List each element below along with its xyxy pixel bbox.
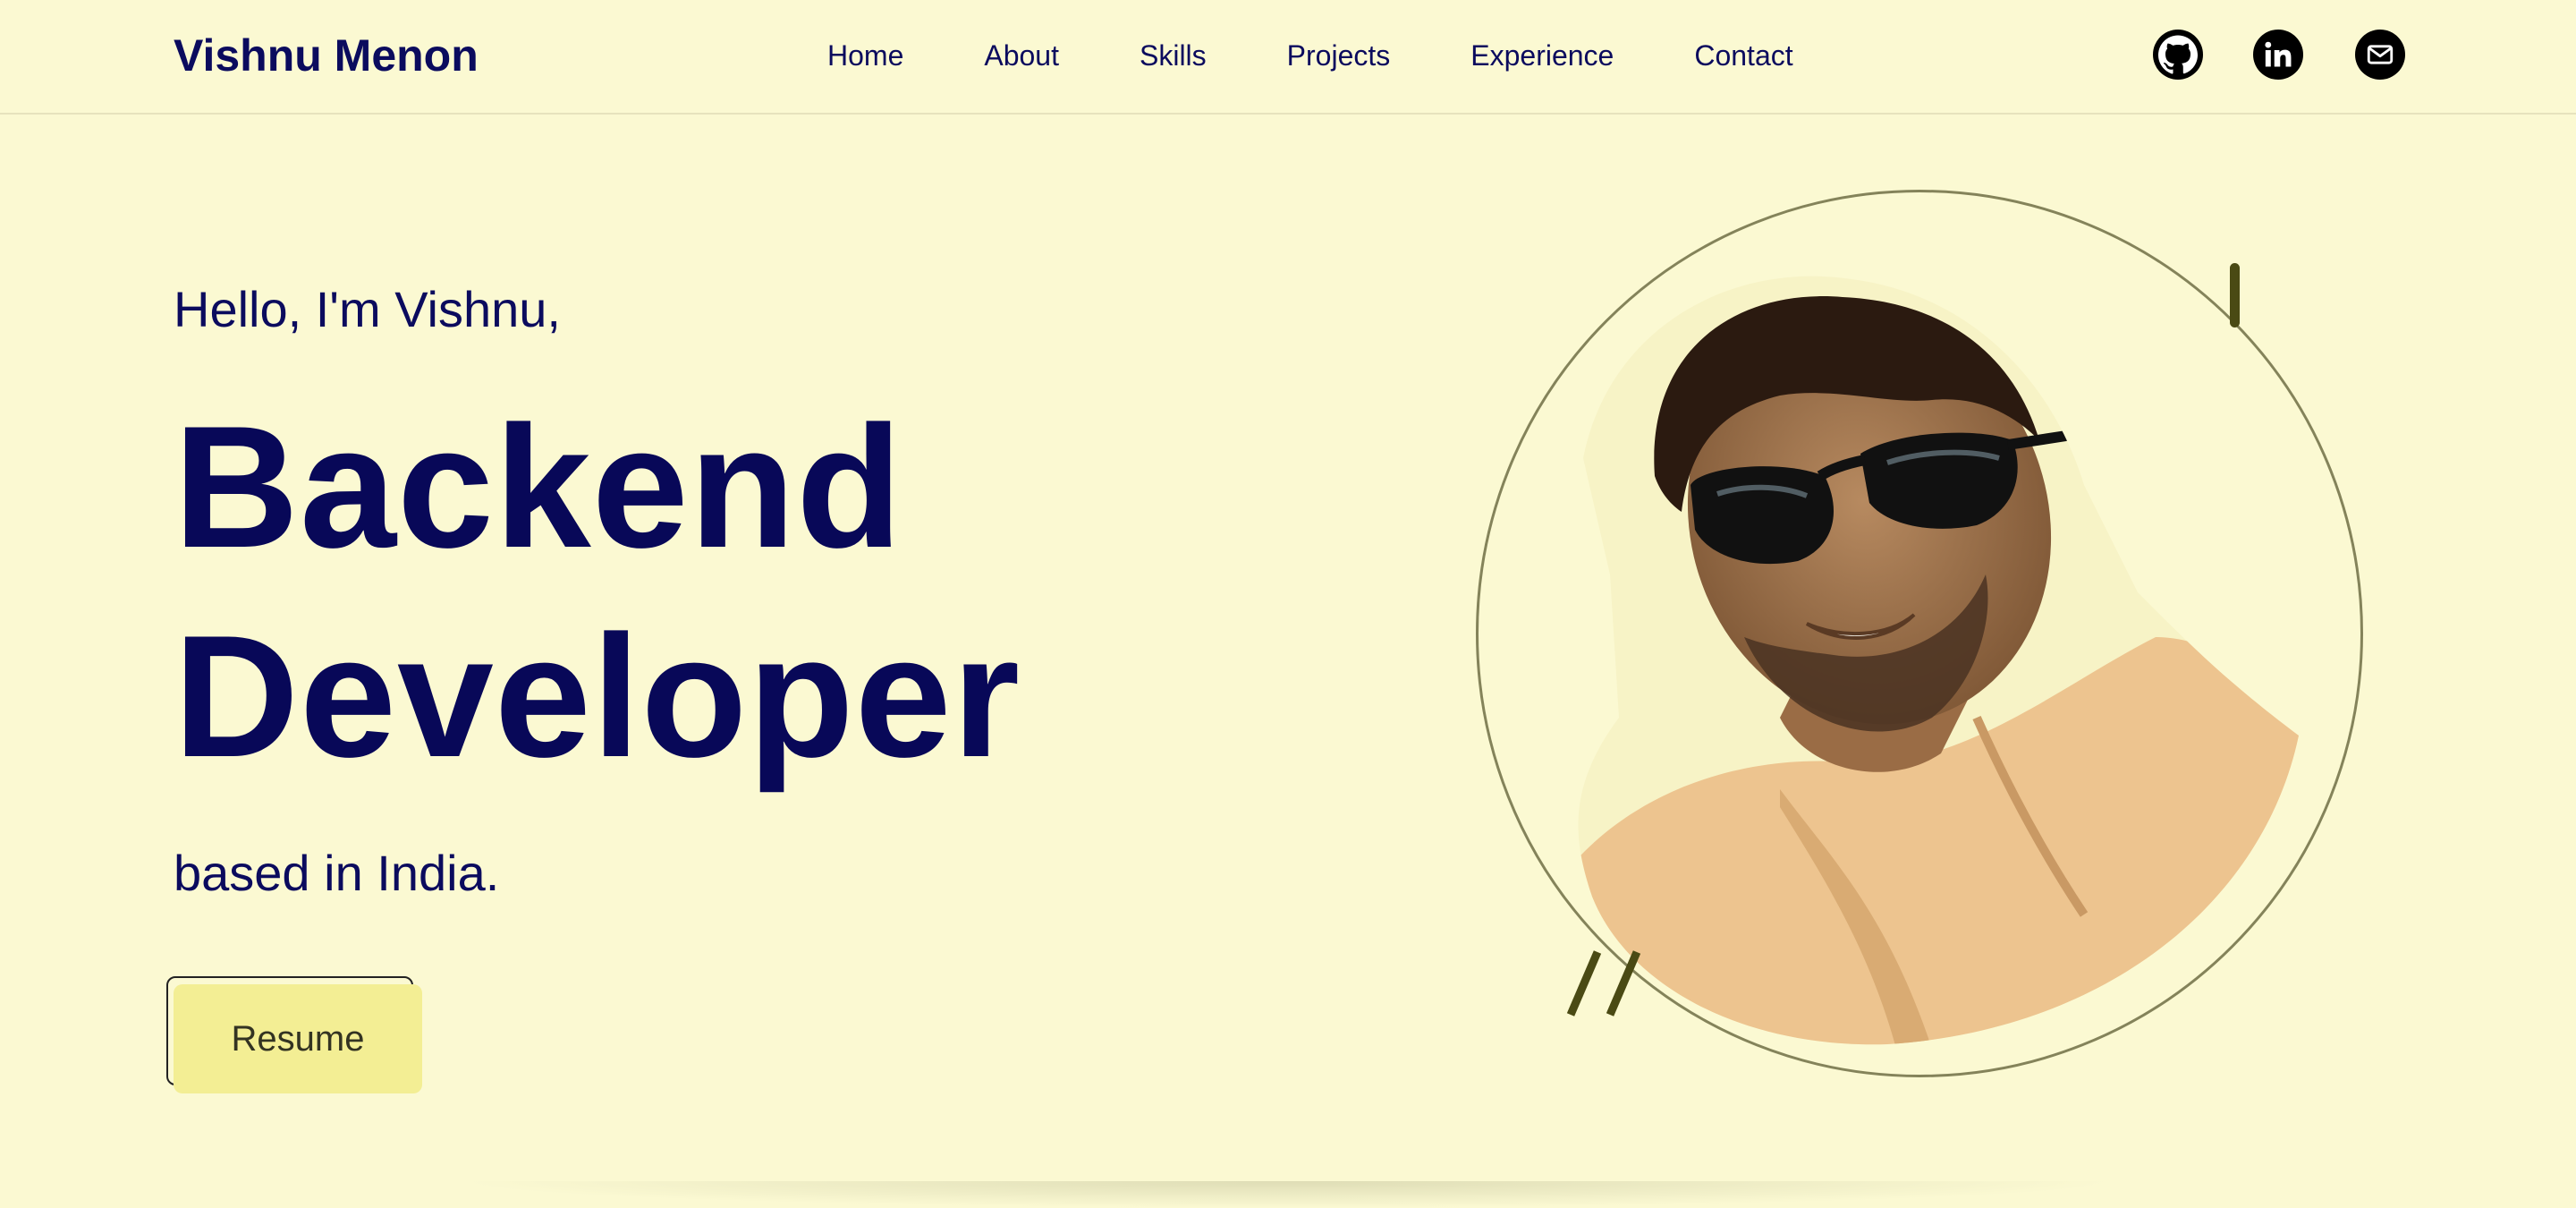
nav-link-skills[interactable]: Skills [1140, 34, 1207, 77]
nav-link-projects[interactable]: Projects [1287, 34, 1391, 77]
nav-link-home[interactable]: Home [827, 34, 903, 77]
github-icon[interactable] [2153, 30, 2203, 80]
nav-link-experience[interactable]: Experience [1470, 34, 1614, 77]
section-shadow [456, 1181, 2120, 1208]
resume-button[interactable]: Resume [174, 984, 422, 1093]
nav-link-contact[interactable]: Contact [1694, 34, 1792, 77]
navbar: Vishnu Menon Home About Skills Projects … [0, 0, 2576, 115]
hero-headline-line2: Developer [174, 600, 1021, 794]
hero-headline-line1: Backend [174, 390, 903, 584]
nav-link-about[interactable]: About [984, 34, 1059, 77]
profile-photo [1578, 276, 2300, 1045]
hero-greeting: Hello, I'm Vishnu, [174, 281, 561, 337]
hero-location: based in India. [174, 845, 500, 901]
decorative-slashes [1566, 950, 1641, 1017]
decorative-accent-bar [2230, 263, 2240, 328]
brand-logo-text[interactable]: Vishnu Menon [174, 27, 479, 84]
linkedin-icon[interactable] [2253, 30, 2303, 80]
nav-links: Home About Skills Projects Experience Co… [827, 34, 1793, 77]
email-icon[interactable] [2355, 30, 2405, 80]
